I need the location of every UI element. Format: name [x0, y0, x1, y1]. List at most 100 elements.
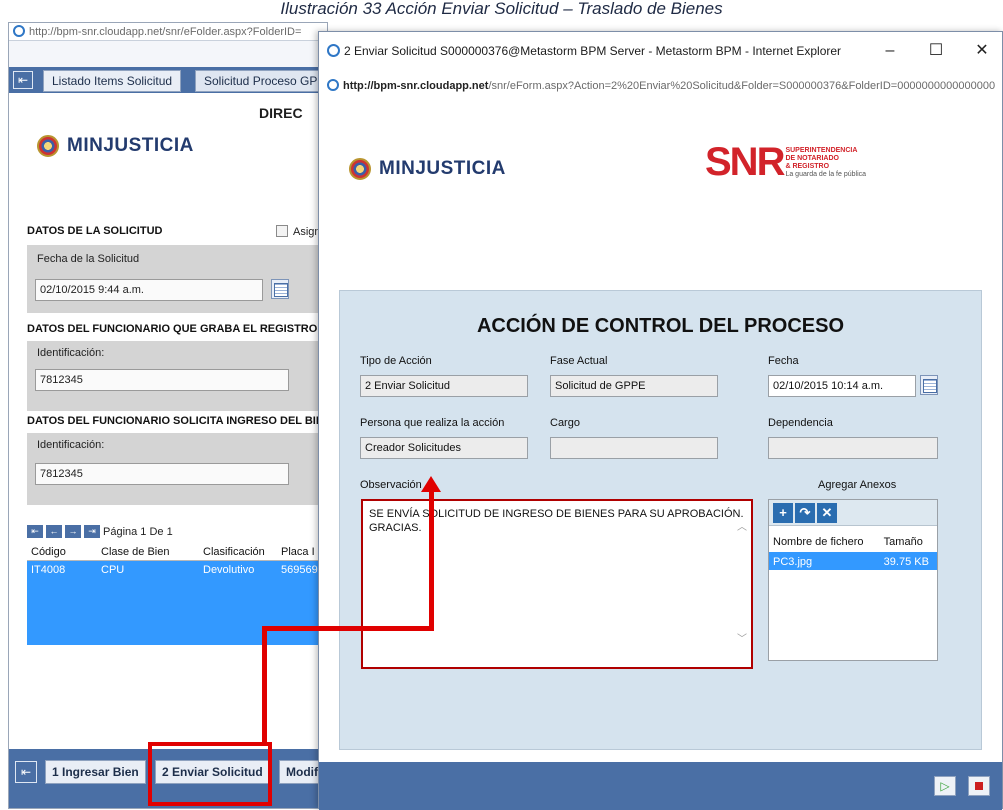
snr-line-1: SUPERINTENDENCIA: [785, 146, 858, 154]
col-nombre[interactable]: Nombre de fichero: [769, 532, 880, 552]
fecha-block: Fecha de la Solicitud 02/10/2015 9:44 a.…: [27, 245, 327, 313]
fase-field[interactable]: Solicitud de GPPE: [550, 375, 718, 397]
section-funcionario-graba: DATOS DEL FUNCIONARIO QUE GRABA EL REGIS…: [27, 323, 318, 335]
dependencia-field[interactable]: [768, 437, 938, 459]
tab-solicitud-proceso[interactable]: Solicitud Proceso GPPE: [195, 70, 327, 92]
bg-tab-bar: ⇤ Listado Items Solicitud Solicitud Proc…: [9, 67, 327, 93]
cell-clase: CPU: [101, 564, 125, 576]
scroll-up-icon[interactable]: ︿: [735, 521, 749, 535]
ie-icon: [13, 25, 25, 37]
col-clasificacion[interactable]: Clasificación: [199, 543, 277, 560]
tab-listado-items[interactable]: Listado Items Solicitud: [43, 70, 182, 92]
observacion-text: SE ENVÍA SOLICITUD DE INGRESO DE BIENES …: [369, 508, 744, 534]
delete-icon[interactable]: ✕: [817, 503, 837, 523]
stop-icon[interactable]: [968, 776, 990, 796]
snr-line-3: & REGISTRO: [785, 162, 830, 170]
accion-control-panel: ACCIÓN DE CONTROL DEL PROCESO Tipo de Ac…: [339, 290, 982, 750]
pager-text: Página 1 De 1: [103, 525, 173, 538]
table-row[interactable]: IT4008 CPU Devolutivo 569569: [27, 561, 327, 645]
tipo-label: Tipo de Acción: [360, 355, 432, 367]
logo-text: MINJUSTICIA: [67, 135, 194, 156]
popup-window: 2 Enviar Solicitud S000000376@Metastorm …: [318, 31, 1003, 810]
persona-field[interactable]: Creador Solicitudes: [360, 437, 528, 459]
background-window: http://bpm-snr.cloudapp.net/snr/eFolder.…: [8, 22, 328, 809]
ident-label: Identificación:: [37, 347, 105, 359]
observacion-textarea[interactable]: SE ENVÍA SOLICITUD DE INGRESO DE BIENES …: [361, 499, 753, 669]
annotation-line-up: [429, 490, 434, 631]
snr-line-4: La guarda de la fe pública: [785, 170, 867, 178]
asign-checkbox[interactable]: [276, 225, 288, 237]
col-codigo[interactable]: Código: [27, 543, 97, 560]
back-arrow-icon[interactable]: ⇤: [15, 761, 37, 783]
annotation-line-vertical: [262, 626, 267, 744]
dependencia-label: Dependencia: [768, 417, 833, 429]
snr-line-2: DE NOTARIADO: [785, 154, 839, 162]
cell-tamano: 39.75 KB: [883, 556, 929, 568]
anexos-header: Nombre de fichero Tamaño: [769, 532, 937, 552]
fase-label: Fase Actual: [550, 355, 608, 367]
fecha-label: Fecha: [768, 355, 799, 367]
snr-logo-text: SNR: [705, 140, 785, 184]
asign-label: Asign: [293, 226, 321, 238]
logo-text: MINJUSTICIA: [379, 158, 506, 179]
prev-page-icon[interactable]: ←: [46, 525, 62, 538]
anexos-box: + ↷ ✕ Nombre de fichero Tamaño PC3.jpg 3…: [768, 499, 938, 661]
maximize-icon[interactable]: ☐: [913, 32, 959, 70]
persona-label: Persona que realiza la acción: [360, 417, 505, 429]
cargo-field[interactable]: [550, 437, 718, 459]
next-page-icon[interactable]: →: [65, 525, 81, 538]
cell-nombre: PC3.jpg: [773, 556, 813, 568]
cell-codigo: IT4008: [31, 564, 66, 576]
annotation-highlight-box: [148, 742, 272, 806]
ie-icon: [327, 79, 339, 91]
grid-header: Código Clase de Bien Clasificación Placa…: [27, 543, 327, 561]
bg-address-bar[interactable]: http://bpm-snr.cloudapp.net/snr/eFolder.…: [9, 23, 327, 41]
tipo-field[interactable]: 2 Enviar Solicitud: [360, 375, 528, 397]
section-funcionario-solicita: DATOS DEL FUNCIONARIO SOLICITA INGRESO D…: [27, 415, 328, 427]
scroll-down-icon[interactable]: ﹀: [735, 633, 749, 647]
ingresar-bien-button[interactable]: 1 Ingresar Bien: [45, 760, 146, 784]
back-arrow-icon[interactable]: ⇤: [13, 71, 33, 89]
snr-logo: SNR SUPERINTENDENCIA DE NOTARIADO & REGI…: [705, 140, 866, 185]
anexos-toolbar: + ↷ ✕: [769, 500, 937, 526]
col-clase[interactable]: Clase de Bien: [97, 543, 199, 560]
popup-action-bar: ▷: [319, 762, 1002, 810]
popup-header: MINJUSTICIA SNR SUPERINTENDENCIA DE NOTA…: [319, 100, 1002, 260]
popup-body: ACCIÓN DE CONTROL DEL PROCESO Tipo de Ac…: [319, 260, 1002, 750]
pager: ⇤ ← → ⇥ Página 1 De 1: [27, 525, 173, 538]
annotation-arrowhead: [421, 476, 441, 492]
seal-icon: [349, 158, 371, 180]
redirect-icon[interactable]: ↷: [795, 503, 815, 523]
figure-caption: Ilustración 33 Acción Enviar Solicitud –…: [280, 0, 723, 18]
fecha-label: Fecha de la Solicitud: [37, 253, 140, 265]
address-path: /snr/eForm.aspx?Action=2%20Enviar%20Soli…: [488, 80, 996, 92]
anexo-row[interactable]: PC3.jpg 39.75 KB: [769, 552, 937, 570]
add-icon[interactable]: +: [773, 503, 793, 523]
minimize-icon[interactable]: –: [867, 32, 913, 70]
popup-address-bar[interactable]: http://bpm-snr.cloudapp.net/snr/eForm.as…: [319, 76, 1002, 96]
section-datos-solicitud: DATOS DE LA SOLICITUD: [27, 225, 163, 237]
bg-address-text: http://bpm-snr.cloudapp.net/snr/eFolder.…: [29, 26, 302, 38]
last-page-icon[interactable]: ⇥: [84, 525, 100, 538]
address-host: http://bpm-snr.cloudapp.net: [343, 80, 489, 92]
col-tamano[interactable]: Tamaño: [880, 532, 937, 552]
ident-field[interactable]: 7812345: [35, 369, 289, 391]
calendar-icon[interactable]: [920, 375, 938, 395]
play-icon[interactable]: ▷: [934, 776, 956, 796]
popup-title: 2 Enviar Solicitud S000000376@Metastorm …: [344, 44, 842, 58]
fecha-field[interactable]: 02/10/2015 10:14 a.m.: [768, 375, 916, 397]
seal-icon: [37, 135, 59, 157]
ident2-field[interactable]: 7812345: [35, 463, 289, 485]
observacion-label: Observación: [360, 479, 422, 491]
minjusticia-logo: MINJUSTICIA: [349, 158, 506, 180]
bg-form: DIREC MINJUSTICIA DATOS DE LA SOLICITUD …: [9, 93, 327, 749]
first-page-icon[interactable]: ⇤: [27, 525, 43, 538]
minjusticia-logo: MINJUSTICIA: [37, 135, 194, 157]
bg-page-title: DIREC: [259, 105, 303, 121]
textarea-scrollbar[interactable]: ︿ ﹀: [735, 503, 749, 665]
ident2-label: Identificación:: [37, 439, 105, 451]
calendar-icon[interactable]: [271, 279, 289, 299]
fecha-field[interactable]: 02/10/2015 9:44 a.m.: [35, 279, 263, 301]
close-icon[interactable]: ✕: [959, 32, 1003, 70]
annotation-line-horizontal: [262, 626, 434, 631]
